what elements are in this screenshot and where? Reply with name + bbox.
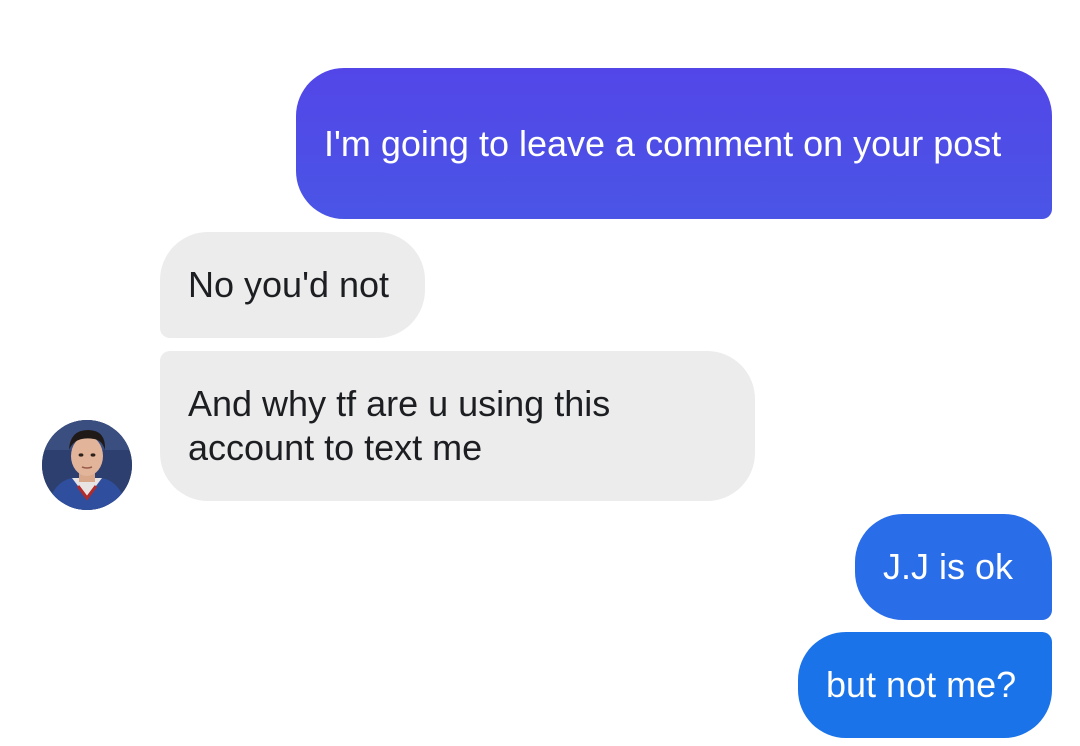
profile-photo-avatar-icon: [42, 420, 132, 510]
received-message-bubble[interactable]: No you'd not: [160, 232, 425, 338]
message-text: but not me?: [826, 664, 1017, 705]
received-message-bubble[interactable]: And why tf are u using this account to t…: [160, 351, 755, 501]
message-text: J.J is ok: [883, 546, 1014, 587]
sent-message-bubble[interactable]: J.J is ok: [855, 514, 1052, 620]
message-text: I'm going to leave a comment on your pos…: [324, 122, 1002, 164]
contact-avatar[interactable]: [42, 420, 132, 510]
message-text: No you'd not: [188, 264, 390, 305]
message-text: And why tf are u using this account to t…: [188, 383, 611, 468]
sent-message-bubble[interactable]: I'm going to leave a comment on your pos…: [296, 68, 1052, 219]
sent-message-bubble[interactable]: but not me?: [798, 632, 1052, 738]
